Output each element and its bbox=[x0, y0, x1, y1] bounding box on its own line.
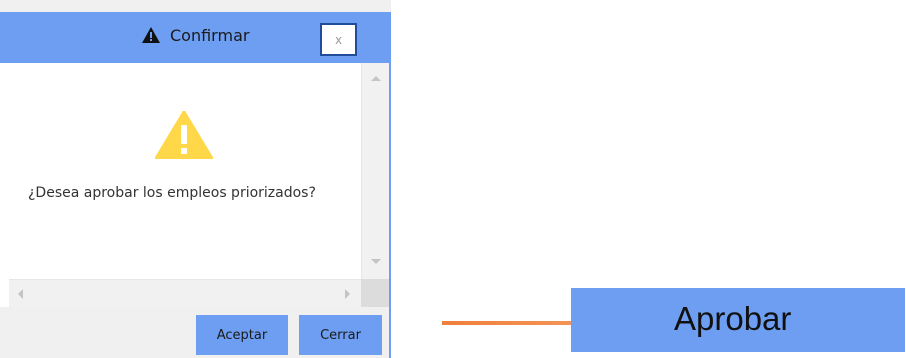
close-icon: x bbox=[334, 32, 343, 47]
dialog-title-text: Confirmar bbox=[170, 25, 250, 45]
warning-icon bbox=[142, 27, 160, 43]
vertical-scrollbar[interactable] bbox=[361, 63, 389, 279]
page-edge-stripe bbox=[389, 62, 391, 358]
dialog-footer: Aceptar Cerrar bbox=[0, 307, 389, 358]
scrollbar-corner bbox=[361, 279, 389, 307]
scroll-right-icon[interactable] bbox=[345, 289, 350, 299]
scroll-up-icon[interactable] bbox=[371, 76, 381, 81]
approve-button-label: Aprobar bbox=[674, 300, 792, 337]
scroll-left-icon[interactable] bbox=[18, 289, 23, 299]
accept-button[interactable]: Aceptar bbox=[196, 315, 288, 355]
confirm-dialog: Confirmar x ¿Desea aprobar los empleos p… bbox=[0, 0, 391, 358]
dialog-message-area: ¿Desea aprobar los empleos priorizados? bbox=[9, 63, 361, 279]
close-button[interactable]: Cerrar bbox=[299, 315, 382, 355]
scroll-down-icon[interactable] bbox=[371, 259, 381, 264]
dialog-message: ¿Desea aprobar los empleos priorizados? bbox=[28, 185, 316, 201]
horizontal-scrollbar[interactable] bbox=[9, 279, 361, 307]
dialog-title: Confirmar bbox=[142, 22, 249, 48]
approve-button[interactable]: Aprobar bbox=[571, 288, 905, 352]
dialog-content: ¿Desea aprobar los empleos priorizados? bbox=[0, 63, 389, 307]
warning-icon bbox=[154, 110, 214, 163]
dialog-close-button[interactable]: x bbox=[320, 23, 357, 56]
